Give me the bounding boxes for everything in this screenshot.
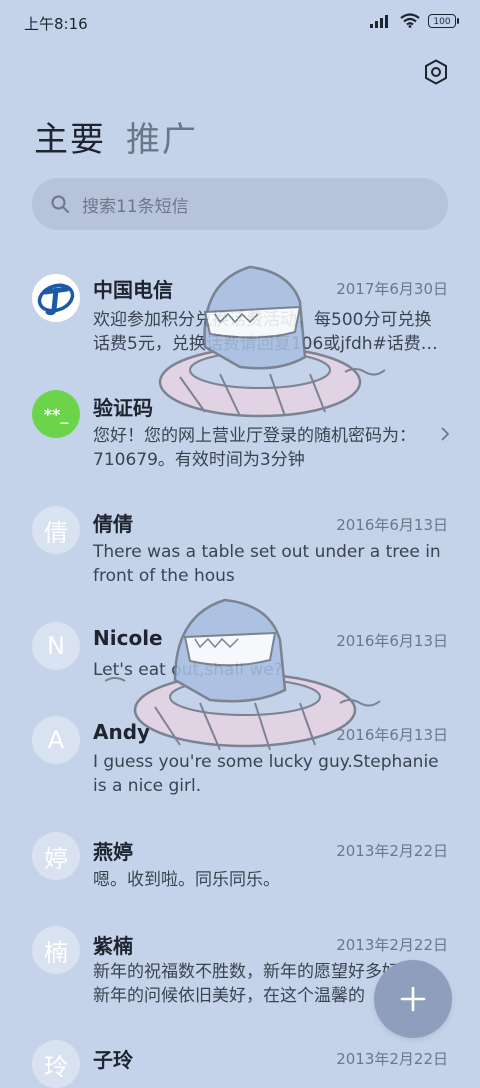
status-icons: 100	[370, 13, 459, 28]
chevron-right-icon[interactable]	[440, 426, 450, 442]
contact-name: 紫楠	[93, 934, 133, 958]
status-bar: 上午8:16 100	[0, 0, 480, 44]
signal-icon	[370, 14, 388, 28]
message-preview: Let's eat out,shall we?	[93, 660, 283, 680]
contact-name: 燕婷	[93, 840, 133, 864]
conversation-row[interactable]: **_ 验证码 您好！您的网上营业厅登录的随机密码为：710679。有效时间为3…	[0, 390, 480, 490]
message-date: 2016年6月13日	[336, 632, 448, 650]
message-date: 2016年6月13日	[336, 516, 448, 534]
verification-avatar: **_	[32, 390, 80, 438]
contact-name: 倩倩	[93, 512, 133, 536]
message-preview: 您好！您的网上营业厅登录的随机密码为：710679。有效时间为3分钟	[93, 426, 416, 470]
wifi-icon	[400, 13, 420, 28]
settings-button[interactable]	[420, 56, 452, 88]
conversation-row[interactable]: 婷 燕婷 2013年2月22日 嗯。收到啦。同乐同乐。	[0, 832, 480, 912]
battery-icon: 100	[428, 13, 459, 28]
conversation-row[interactable]: A Andy 2016年6月13日 I guess you're some lu…	[0, 716, 480, 816]
contact-name: 中国电信	[93, 278, 173, 302]
avatar: 倩	[32, 506, 80, 554]
new-message-button[interactable]	[374, 960, 452, 1038]
message-date: 2016年6月13日	[336, 726, 448, 744]
message-date: 2013年2月22日	[336, 936, 448, 954]
avatar: N	[32, 622, 80, 670]
avatar: 玲	[32, 1040, 80, 1088]
status-time: 上午8:16	[24, 15, 88, 33]
message-date: 2013年2月22日	[336, 842, 448, 860]
avatar: 婷	[32, 832, 80, 880]
china-telecom-icon	[37, 283, 75, 316]
tab-primary[interactable]: 主要	[34, 112, 106, 161]
contact-name: 验证码	[93, 396, 153, 420]
message-preview: 嗯。收到啦。同乐同乐。	[93, 870, 280, 890]
conversation-row[interactable]: 中国电信 2017年6月30日 欢迎参加积分兑换话费活动，每500分可兑换话费5…	[0, 272, 480, 372]
message-preview: There was a table set out under a tree i…	[93, 542, 441, 586]
plus-icon	[400, 986, 426, 1012]
message-preview: 欢迎参加积分兑换话费活动，每500分可兑换话费5元，兑换话费请回复106或jfd…	[93, 310, 438, 354]
search-input[interactable]: 搜索11条短信	[32, 178, 448, 230]
message-preview: I guess you're some lucky guy.Stephanie …	[93, 752, 439, 796]
china-telecom-logo	[32, 274, 80, 322]
tab-bar: 主要 推广	[34, 112, 198, 161]
settings-hexagon-icon	[425, 59, 447, 85]
conversation-row[interactable]: N Nicole 2016年6月13日 Let's eat out,shall …	[0, 622, 480, 702]
contact-name: Nicole	[93, 626, 163, 650]
contact-name: 子玲	[93, 1048, 133, 1072]
tab-promotions[interactable]: 推广	[126, 112, 198, 161]
search-placeholder: 搜索11条短信	[82, 196, 189, 217]
search-icon	[51, 195, 69, 213]
avatar: A	[32, 716, 80, 764]
avatar: 楠	[32, 926, 80, 974]
contact-name: Andy	[93, 720, 151, 744]
message-date: 2017年6月30日	[336, 280, 448, 298]
conversation-row[interactable]: 倩 倩倩 2016年6月13日 There was a table set ou…	[0, 506, 480, 606]
